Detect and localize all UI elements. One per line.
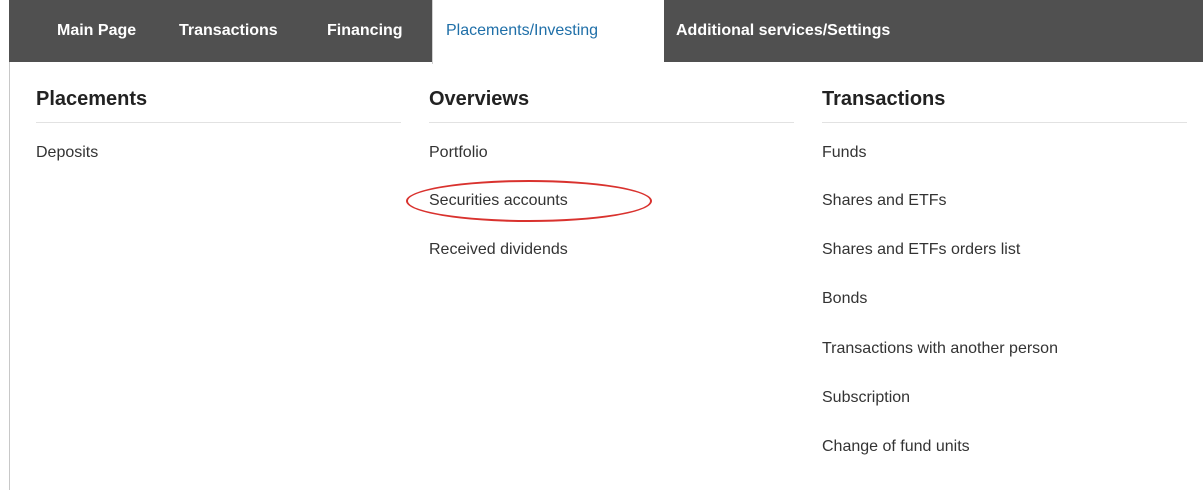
tab-main-page-label: Main Page: [57, 22, 137, 39]
menu-link-shares-and-etfs[interactable]: Shares and ETFs: [822, 192, 947, 210]
page: Main Page Transactions Financing Placeme…: [0, 0, 1203, 490]
overviews-divider: [429, 122, 794, 123]
tab-financing[interactable]: Financing: [327, 0, 403, 62]
tab-placements-investing[interactable]: Placements/Investing: [432, 0, 664, 64]
menu-link-change-of-fund-units[interactable]: Change of fund units: [822, 438, 970, 456]
menu-link-portfolio[interactable]: Portfolio: [429, 144, 488, 162]
menu-link-bonds[interactable]: Bonds: [822, 290, 867, 308]
tab-transactions-label: Transactions: [179, 22, 278, 39]
menu-link-securities-accounts[interactable]: Securities accounts: [429, 192, 568, 210]
dropdown-panel-border: [9, 62, 10, 490]
menu-link-received-dividends[interactable]: Received dividends: [429, 241, 568, 259]
tab-main-page[interactable]: Main Page: [57, 0, 136, 62]
menu-link-transactions-with-another-person[interactable]: Transactions with another person: [822, 340, 1058, 358]
placements-divider: [36, 122, 401, 123]
menu-link-subscription[interactable]: Subscription: [822, 389, 910, 407]
placements-heading: Placements: [36, 88, 148, 110]
menu-link-shares-and-etfs-orders-list[interactable]: Shares and ETFs orders list: [822, 241, 1020, 259]
main-navigation-bar: Main Page Transactions Financing Placeme…: [9, 0, 1203, 64]
tab-financing-label: Financing: [327, 22, 403, 39]
menu-link-deposits[interactable]: Deposits: [36, 144, 98, 162]
tab-additional-services-settings-label: Additional services/Settings: [676, 22, 891, 39]
transactions-divider: [822, 122, 1187, 123]
overviews-heading: Overviews: [429, 88, 530, 110]
tab-transactions[interactable]: Transactions: [179, 0, 278, 62]
transactions-heading: Transactions: [822, 88, 946, 110]
tab-additional-services-settings[interactable]: Additional services/Settings: [676, 0, 890, 62]
tab-placements-investing-label: Placements/Investing: [446, 22, 599, 39]
menu-link-funds[interactable]: Funds: [822, 144, 866, 162]
